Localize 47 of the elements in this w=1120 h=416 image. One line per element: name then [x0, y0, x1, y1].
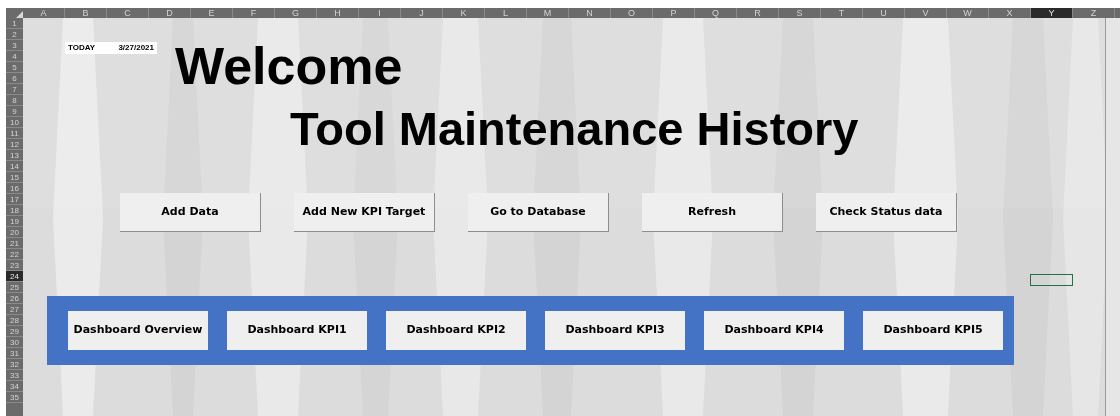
column-header[interactable]: W	[947, 8, 989, 18]
select-all-corner[interactable]	[6, 8, 23, 18]
column-header[interactable]: C	[107, 8, 149, 18]
column-header[interactable]: V	[905, 8, 947, 18]
dashboard-button[interactable]: Dashboard KPI2	[386, 311, 526, 350]
column-header[interactable]: A	[23, 8, 65, 18]
action-button[interactable]: Add New KPI Target	[294, 193, 435, 232]
welcome-heading: Welcome	[175, 40, 403, 92]
today-label: TODAY	[68, 42, 96, 54]
action-button[interactable]: Refresh	[642, 193, 783, 232]
column-header[interactable]: D	[149, 8, 191, 18]
column-header[interactable]: R	[737, 8, 779, 18]
action-button[interactable]: Add Data	[120, 193, 261, 232]
column-header[interactable]: H	[317, 8, 359, 18]
column-header[interactable]: P	[653, 8, 695, 18]
dashboard-button[interactable]: Dashboard KPI3	[545, 311, 685, 350]
row-header[interactable]: 24	[6, 271, 23, 282]
selected-cell[interactable]	[1030, 274, 1073, 286]
column-header[interactable]: E	[191, 8, 233, 18]
column-header[interactable]: M	[527, 8, 569, 18]
header-bar-edge	[1115, 8, 1120, 18]
column-header[interactable]: S	[779, 8, 821, 18]
dashboard-button[interactable]: Dashboard Overview	[68, 311, 208, 350]
column-header[interactable]: K	[443, 8, 485, 18]
action-button[interactable]: Check Status data	[816, 193, 957, 232]
dashboard-button[interactable]: Dashboard KPI5	[863, 311, 1003, 350]
column-header[interactable]: I	[359, 8, 401, 18]
column-header[interactable]: O	[611, 8, 653, 18]
action-button[interactable]: Go to Database	[468, 193, 609, 232]
column-header[interactable]: Y	[1031, 8, 1073, 18]
page-title: Tool Maintenance History	[290, 104, 860, 154]
column-header[interactable]: G	[275, 8, 317, 18]
corner-triangle-icon	[16, 11, 23, 18]
column-header[interactable]: N	[569, 8, 611, 18]
vertical-scrollbar[interactable]	[1105, 18, 1120, 416]
column-header[interactable]: B	[65, 8, 107, 18]
column-header[interactable]: L	[485, 8, 527, 18]
dashboard-button[interactable]: Dashboard KPI4	[704, 311, 844, 350]
today-date: 3/27/2021	[118, 42, 154, 54]
column-header[interactable]: F	[233, 8, 275, 18]
column-header[interactable]: T	[821, 8, 863, 18]
column-header[interactable]: Q	[695, 8, 737, 18]
column-header[interactable]: Z	[1073, 8, 1115, 18]
dashboard-button[interactable]: Dashboard KPI1	[227, 311, 367, 350]
column-header[interactable]: X	[989, 8, 1031, 18]
column-header[interactable]: U	[863, 8, 905, 18]
column-header[interactable]: J	[401, 8, 443, 18]
